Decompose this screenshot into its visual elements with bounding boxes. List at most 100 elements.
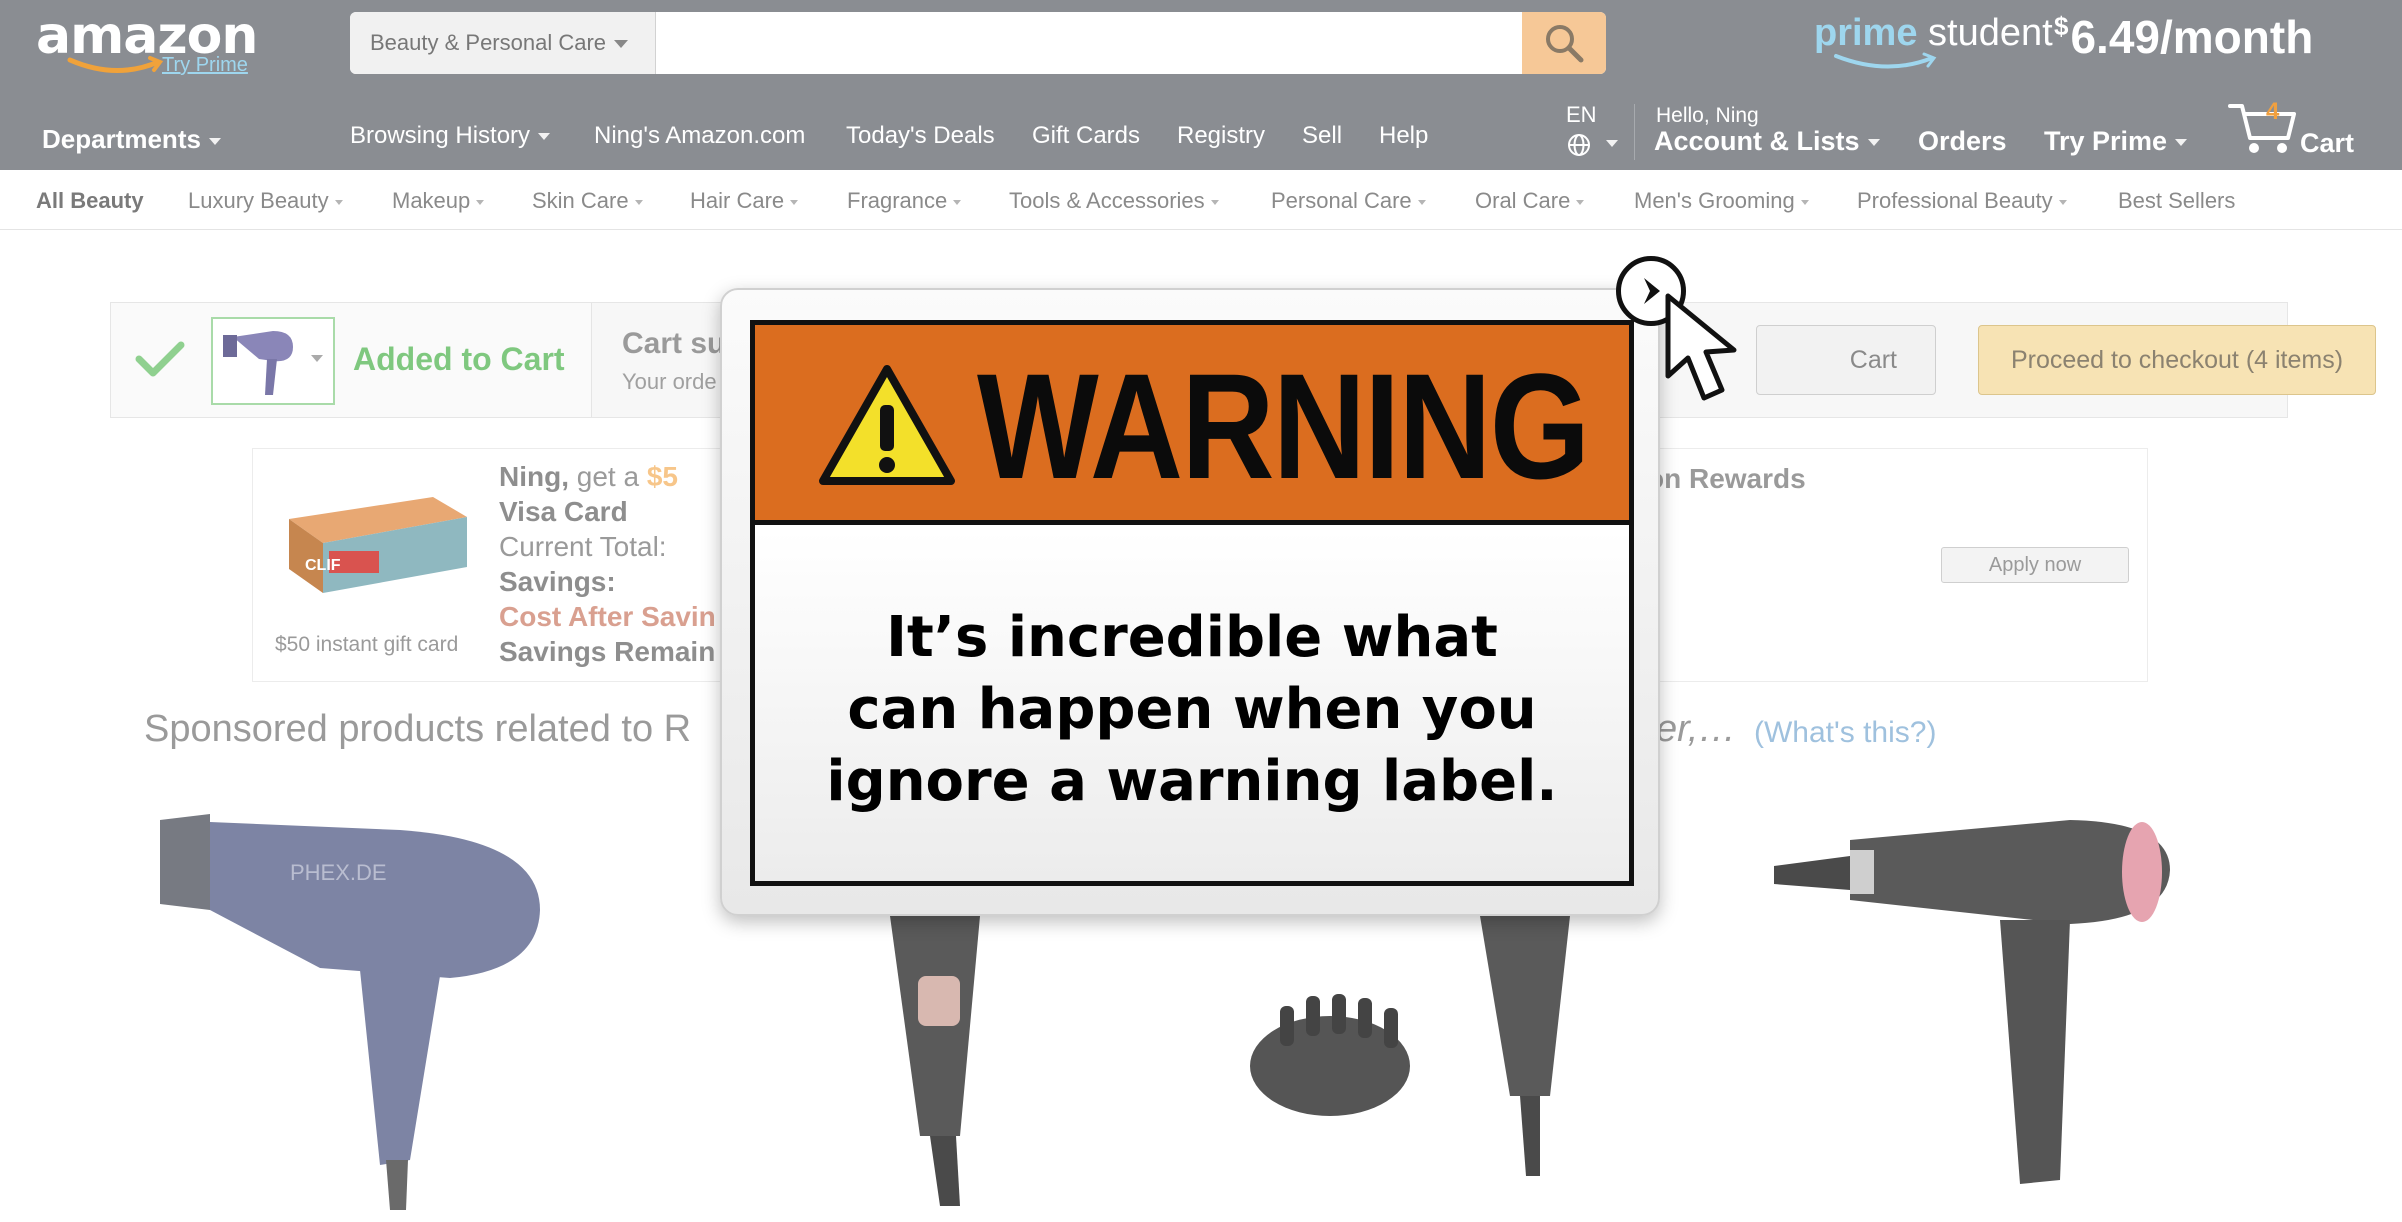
language-label[interactable]: EN: [1566, 102, 1597, 128]
subnav-label: Men's Grooming: [1634, 188, 1795, 213]
cart-count-badge: 4: [2266, 98, 2280, 125]
search-icon: [1546, 25, 1584, 63]
subnav-luxury-beauty[interactable]: Luxury Beauty: [188, 188, 343, 214]
subnav-mens-grooming[interactable]: Men's Grooming: [1634, 188, 1809, 214]
beauty-subnav: All Beauty Luxury Beauty Makeup Skin Car…: [0, 170, 2402, 230]
subnav-label: Personal Care: [1271, 188, 1412, 213]
search-button[interactable]: [1522, 12, 1606, 74]
subnav-label: Hair Care: [690, 188, 785, 213]
search-category-dropdown[interactable]: Beauty & Personal Care: [350, 12, 656, 74]
subnav-professional-beauty[interactable]: Professional Beauty: [1857, 188, 2067, 214]
try-prime-link[interactable]: Try Prime: [162, 54, 248, 77]
warning-message-line-1: It’s incredible what: [886, 605, 1498, 670]
smile-arrow-icon: [67, 56, 164, 73]
top-header: amazon Try Prime Beauty & Personal Care …: [0, 0, 2402, 170]
promo-line-5: Cost After Savin: [499, 601, 716, 632]
account-lists-menu[interactable]: Account & Lists: [1654, 126, 1880, 157]
prime-word: prime: [1814, 12, 1918, 54]
chevron-down-icon: [1576, 199, 1585, 205]
promo-line-2: Visa Card: [499, 496, 628, 527]
nav-registry[interactable]: Registry: [1177, 122, 1265, 150]
subnav-tools-accessories[interactable]: Tools & Accessories: [1009, 188, 1219, 214]
try-prime-label: Try Prime: [2044, 126, 2168, 156]
chevron-down-icon: [1210, 199, 1219, 205]
warning-message-line-2: can happen when you: [847, 677, 1537, 742]
gift-card-caption: $50 instant gift card: [275, 633, 459, 656]
subnav-label: Oral Care: [1475, 188, 1571, 213]
thumbnail-chevron-icon[interactable]: [311, 355, 323, 362]
proceed-to-checkout-button[interactable]: Proceed to checkout (4 items): [1978, 325, 2376, 395]
prime-student-banner[interactable]: prime student: [1814, 12, 2053, 55]
svg-text:PHEX.DE: PHEX.DE: [290, 860, 387, 885]
nav-gift-cards[interactable]: Gift Cards: [1032, 122, 1140, 150]
checkmark-icon: [135, 341, 185, 377]
greeting-text: Hello, Ning: [1656, 104, 1759, 127]
apply-now-button[interactable]: Apply now: [1941, 547, 2129, 583]
departments-menu[interactable]: Departments: [42, 124, 221, 155]
amazon-logo[interactable]: amazon Try Prime: [36, 8, 258, 76]
subnav-label: Fragrance: [847, 188, 948, 213]
warning-message: It’s incredible what can happen when you…: [755, 602, 1629, 818]
nav-help[interactable]: Help: [1379, 122, 1428, 150]
warning-sign: WARNING It’s incredible what can happen …: [750, 320, 1634, 886]
prime-currency: $: [2054, 11, 2069, 41]
warning-message-line-3: ignore a warning label.: [826, 749, 1558, 814]
promo-amount: $5: [646, 461, 678, 492]
subnav-all-beauty[interactable]: All Beauty: [36, 188, 144, 214]
subnav-label: Tools & Accessories: [1009, 188, 1205, 213]
mouse-cursor-icon: [1665, 293, 1737, 401]
product-hair-dryer-3[interactable]: [1240, 916, 1600, 1176]
student-word: student: [1928, 12, 2053, 54]
subnav-hair-care[interactable]: Hair Care: [690, 188, 799, 214]
cart-icon[interactable]: [2228, 100, 2298, 156]
subnav-label: Skin Care: [532, 188, 629, 213]
chevron-down-icon: [1417, 199, 1426, 205]
cart-button[interactable]: Cart: [1756, 325, 1936, 395]
clif-brand-text: CLIF: [305, 557, 341, 574]
language-chevron-icon[interactable]: [1606, 140, 1618, 147]
orders-link[interactable]: Orders: [1918, 126, 2007, 157]
subnav-fragrance[interactable]: Fragrance: [847, 188, 962, 214]
nav-sell[interactable]: Sell: [1302, 122, 1342, 150]
promo-name: Ning,: [499, 461, 569, 492]
cart-summary-title: Cart su: [622, 327, 726, 360]
chevron-right-icon: [1644, 278, 1660, 304]
chevron-down-icon: [334, 199, 343, 205]
departments-label: Departments: [42, 124, 201, 154]
subnav-best-sellers[interactable]: Best Sellers: [2118, 188, 2235, 214]
cart-summary-subtitle: Your orde: [622, 369, 717, 394]
subnav-skin-care[interactable]: Skin Care: [532, 188, 643, 214]
subnav-personal-care[interactable]: Personal Care: [1271, 188, 1426, 214]
chevron-down-icon: [208, 137, 221, 145]
nav-my-amazon[interactable]: Ning's Amazon.com: [594, 122, 805, 150]
chevron-down-icon: [1867, 139, 1880, 147]
subnav-oral-care[interactable]: Oral Care: [1475, 188, 1585, 214]
warning-title: WARNING: [977, 342, 1590, 510]
clif-bar-box-image[interactable]: [283, 493, 471, 595]
account-lists-label: Account & Lists: [1654, 126, 1860, 156]
sponsored-heading: Sponsored products related to R: [144, 708, 692, 750]
chevron-down-icon: [790, 199, 799, 205]
cart-link[interactable]: Cart: [2300, 128, 2354, 159]
chevron-down-icon: [2175, 139, 2188, 147]
try-prime-menu[interactable]: Try Prime: [2044, 126, 2188, 157]
warning-header: WARNING: [755, 325, 1629, 525]
nav-todays-deals[interactable]: Today's Deals: [846, 122, 995, 150]
warning-body: It’s incredible what can happen when you…: [755, 530, 1629, 881]
chevron-down-icon: [634, 199, 643, 205]
whats-this-link[interactable]: (What's this?): [1754, 716, 1936, 750]
sponsored-heading-tail: er,…: [1656, 708, 1737, 750]
globe-icon[interactable]: [1566, 132, 1592, 158]
product-hair-dryer-2[interactable]: [860, 916, 1010, 1206]
prime-smile-icon: [1834, 52, 1937, 69]
promo-line-1: Ning, get a $5: [499, 459, 716, 494]
nav-browsing-history-label: Browsing History: [350, 122, 531, 149]
product-hair-dryer-1[interactable]: PHEX.DE: [150, 800, 550, 1210]
subnav-makeup[interactable]: Makeup: [392, 188, 485, 214]
promo-line-6: Savings Remain: [499, 636, 716, 667]
chevron-down-icon: [476, 199, 485, 205]
search-input[interactable]: [656, 12, 1524, 74]
product-hair-dryer-4[interactable]: [1770, 800, 2170, 1200]
chevron-down-icon: [614, 40, 629, 49]
nav-browsing-history[interactable]: Browsing History: [350, 122, 551, 150]
